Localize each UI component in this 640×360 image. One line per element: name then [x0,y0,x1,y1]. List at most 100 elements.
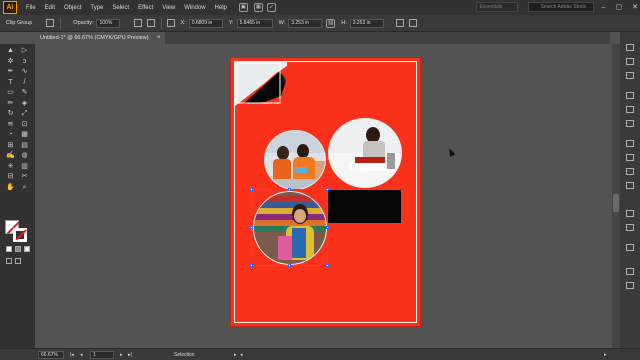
layers-panel-icon[interactable] [626,58,634,65]
menu-view[interactable]: View [162,5,175,11]
resize-handle-tl[interactable] [250,188,253,191]
menu-edit[interactable]: Edit [45,5,55,11]
zoom-tool-icon[interactable]: ⌕ [19,184,30,192]
horizontal-scroll-left-icon[interactable]: ◂ [240,351,243,359]
line-tool-icon[interactable]: / [19,79,30,87]
gradient-panel-icon[interactable] [626,168,634,175]
first-artboard-icon[interactable]: |◂ [70,351,74,359]
paintbrush-icon[interactable]: ✎ [19,89,30,97]
lasso-icon[interactable]: ↄ [19,58,30,66]
stroke-panel-icon[interactable] [626,154,634,161]
gradient-tool-icon[interactable]: ▤ [19,142,30,150]
pen-tool-icon[interactable]: ✒ [5,68,16,76]
panel-menu-icon[interactable] [408,19,417,27]
transparency-panel-icon[interactable] [626,182,634,189]
document-tab[interactable]: Untitled-1* @ 66.67% (CMYK/GPU Preview) … [35,32,165,44]
w-field[interactable]: 3.253 in [288,18,323,28]
next-artboard-icon[interactable]: ▸ [120,351,123,359]
direct-selection-tool-icon[interactable]: ▷ [19,47,30,55]
status-menu-icon[interactable]: ▸ [234,351,237,359]
stock-search-input[interactable]: Search Adobe Stock [527,2,594,12]
stroke-swatch[interactable] [13,228,27,242]
selection-bounding-box[interactable] [250,188,329,267]
resize-handle-mr[interactable] [326,226,329,229]
resize-handle-ml[interactable] [250,226,253,229]
opacity-field[interactable]: 100% [96,18,121,28]
gradient-mode-icon[interactable] [15,246,21,252]
resize-handle-tr[interactable] [326,188,329,191]
rectangle-tool-icon[interactable]: ▭ [5,89,16,97]
artboard[interactable] [230,57,421,327]
screen-mode-icon[interactable] [15,258,21,264]
menu-select[interactable]: Select [112,5,129,11]
column-graph-icon[interactable]: ▥ [19,163,30,171]
width-tool-icon[interactable]: ≋ [5,121,16,129]
swatches-panel-icon[interactable] [626,106,634,113]
appearance-panel-icon[interactable] [626,210,634,217]
resize-handle-bc[interactable] [288,264,291,267]
properties-panel-icon[interactable] [626,44,634,51]
photo-seamstress[interactable] [328,118,402,188]
y-field[interactable]: 5.8465 in [236,18,273,28]
symbols-panel-icon[interactable] [626,140,634,147]
recolor-icon[interactable] [134,19,143,27]
shape-builder-icon[interactable]: ◔ [5,131,16,139]
align-panel-icon[interactable] [626,244,634,251]
brushes-panel-icon[interactable] [626,120,634,127]
zoom-level-field[interactable]: 66.67% [38,351,64,359]
tab-close-icon[interactable]: × [157,32,161,44]
pencil-icon[interactable]: ✏ [5,100,16,108]
none-mode-icon[interactable] [24,246,30,252]
last-artboard-icon[interactable]: ▸| [128,351,132,359]
color-panel-icon[interactable] [626,92,634,99]
resize-handle-tc[interactable] [288,188,291,191]
minimize-icon[interactable]: – [602,4,606,11]
artboards-panel-icon[interactable] [626,282,634,289]
page-curl-graphic[interactable] [235,62,287,109]
black-rectangle-shape[interactable] [328,190,401,223]
scale-tool-icon[interactable]: ⤢ [19,110,30,118]
prev-artboard-icon[interactable]: ◂ [80,351,83,359]
bridge-icon[interactable]: ▣ [238,3,248,12]
workspace-switcher[interactable]: Essentials [475,2,518,12]
symbol-sprayer-icon[interactable]: ✳ [5,163,16,171]
resize-handle-br[interactable] [326,264,329,267]
graphic-styles-panel-icon[interactable] [626,224,634,231]
menu-effect[interactable]: Effect [138,5,153,11]
perspective-grid-icon[interactable]: ▦ [19,131,30,139]
draw-normal-icon[interactable] [6,258,12,264]
magic-wand-icon[interactable]: ✲ [5,58,16,66]
eraser-icon[interactable]: ◈ [19,100,30,108]
canvas-area[interactable] [35,44,610,348]
vertical-scroll-thumb[interactable] [613,194,619,212]
free-transform-icon[interactable]: ⊡ [19,121,30,129]
menu-window[interactable]: Window [184,5,205,11]
opacity-label[interactable]: Opacity: [73,20,93,26]
artboard-number-field[interactable]: 1 [90,351,114,359]
rotate-tool-icon[interactable]: ↻ [5,110,16,118]
menu-file[interactable]: File [26,5,36,11]
libraries-panel-icon[interactable] [626,72,634,79]
slice-tool-icon[interactable]: ✂ [19,173,30,181]
photo-workers-orange[interactable] [264,130,326,190]
curvature-tool-icon[interactable]: ∿ [19,68,30,76]
transform-icon[interactable] [167,19,176,27]
selection-tool-icon[interactable]: ▲ [5,47,16,55]
horizontal-scroll-right-icon[interactable]: ▸ [604,351,607,359]
mesh-tool-icon[interactable]: ⊞ [5,142,16,150]
vertical-scrollbar[interactable] [612,44,620,348]
type-tool-icon[interactable]: T [5,79,16,87]
resize-handle-bl[interactable] [250,264,253,267]
constrain-proportions-icon[interactable]: ⛓ [326,18,336,28]
gpu-performance-icon[interactable]: ➶ [266,3,276,12]
flip-icon[interactable] [395,19,404,27]
x-field[interactable]: 0.6809 in [188,18,223,28]
menu-type[interactable]: Type [90,5,103,11]
eyedropper-icon[interactable]: ✍ [5,152,16,160]
menu-object[interactable]: Object [64,5,81,11]
h-field[interactable]: 3.253 in [349,18,384,28]
menu-help[interactable]: Help [215,5,227,11]
align-icon[interactable] [147,19,156,27]
artboard-tool-icon[interactable]: ⊟ [5,173,16,181]
color-mode-icon[interactable] [6,246,12,252]
